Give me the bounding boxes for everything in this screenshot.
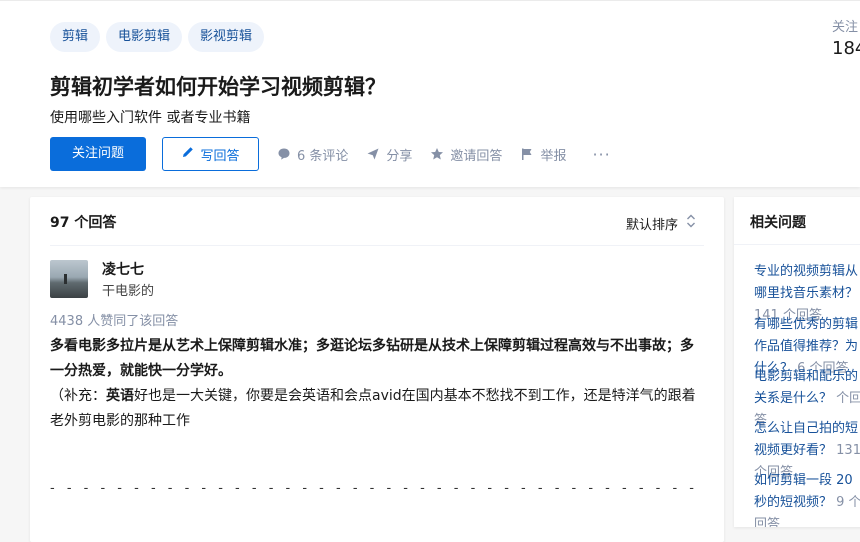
comments-label: 6 条评论 <box>297 148 349 164</box>
related-question-link[interactable]: 专业的视频剪辑从哪里找音乐素材？ <box>754 264 858 301</box>
related-question[interactable]: 如何剪辑一段 20 秒的短视频？ 9 个回答 <box>754 470 860 527</box>
question-detail: 使用哪些入门软件 或者专业书籍 <box>50 110 251 126</box>
sort-icon <box>686 213 696 233</box>
pen-icon <box>181 145 195 163</box>
report-button[interactable]: 举报 <box>520 145 566 164</box>
related-questions-card: 相关问题 专业的视频剪辑从哪里找音乐素材？ 141 个回答 有哪些优秀的剪辑作品… <box>734 197 860 527</box>
answer-content: 多看电影多拉片是从艺术上保障剪辑水准；多逛论坛多钻研是从技术上保障剪辑过程高效与… <box>50 334 704 434</box>
write-answer-button[interactable]: 写回答 <box>162 137 259 171</box>
share-icon <box>366 147 380 161</box>
follow-question-button[interactable]: 关注问题 <box>50 137 146 171</box>
sort-dropdown[interactable]: 默认排序 <box>626 213 696 233</box>
question-header: 剪辑 电影剪辑 影视剪辑 剪辑初学者如何开始学习视频剪辑？ 使用哪些入门软件 或… <box>0 0 860 187</box>
supplement-text: 好也是一大关键，你要是会英语和会点avid在国内基本不愁找不到工作，还是特洋气的… <box>50 388 696 429</box>
author-name[interactable]: 凌七七 <box>102 259 144 279</box>
answers-card: 97 个回答 默认排序 凌七七 干电影的 4438 人赞同了该回答 多看电影多拉… <box>30 197 724 542</box>
topic-tag[interactable]: 影视剪辑 <box>188 22 265 52</box>
follower-count: 184 <box>832 38 860 59</box>
invite-icon <box>430 147 444 161</box>
author-bio: 干电影的 <box>102 284 155 299</box>
share-label: 分享 <box>386 148 413 164</box>
follower-stat: 关注 184 <box>832 16 860 59</box>
answer-paragraph: 多看电影多拉片是从艺术上保障剪辑水准；多逛论坛多钻研是从技术上保障剪辑过程高效与… <box>50 338 694 379</box>
related-header: 相关问题 <box>734 197 860 245</box>
answer-count: 97 个回答 <box>50 215 117 231</box>
supplement-prefix: （补充： <box>50 388 106 404</box>
supplement-emphasis: 英语 <box>106 388 134 404</box>
topic-tag[interactable]: 电影剪辑 <box>106 22 183 52</box>
question-actions: 关注问题 写回答 6 条评论 分享 邀请回答 举报 ··· <box>50 137 611 171</box>
invite-label: 邀请回答 <box>450 148 503 164</box>
comments-button[interactable]: 6 条评论 <box>277 145 348 164</box>
sort-label: 默认排序 <box>625 217 678 233</box>
related-title: 相关问题 <box>750 215 806 231</box>
topic-tags: 剪辑 电影剪辑 影视剪辑 <box>50 22 265 52</box>
report-icon <box>520 147 534 161</box>
vote-count: 4438 人赞同了该回答 <box>50 314 179 329</box>
follower-label: 关注 <box>832 20 859 35</box>
invite-answer-button[interactable]: 邀请回答 <box>430 145 502 164</box>
answers-header: 97 个回答 默认排序 <box>50 197 704 246</box>
report-label: 举报 <box>540 148 567 164</box>
avatar[interactable] <box>50 260 88 298</box>
share-button[interactable]: 分享 <box>366 145 412 164</box>
more-icon[interactable]: ··· <box>592 145 610 164</box>
topic-tag[interactable]: 剪辑 <box>50 22 101 52</box>
comment-icon <box>277 147 291 161</box>
answer-paragraph: （补充：英语好也是一大关键，你要是会英语和会点avid在国内基本不愁找不到工作，… <box>50 384 704 434</box>
dashed-divider: - - - - - - - - - - - - - - - - - - - - … <box>50 481 698 496</box>
question-title: 剪辑初学者如何开始学习视频剪辑？ <box>50 75 386 99</box>
write-answer-label: 写回答 <box>200 148 240 164</box>
